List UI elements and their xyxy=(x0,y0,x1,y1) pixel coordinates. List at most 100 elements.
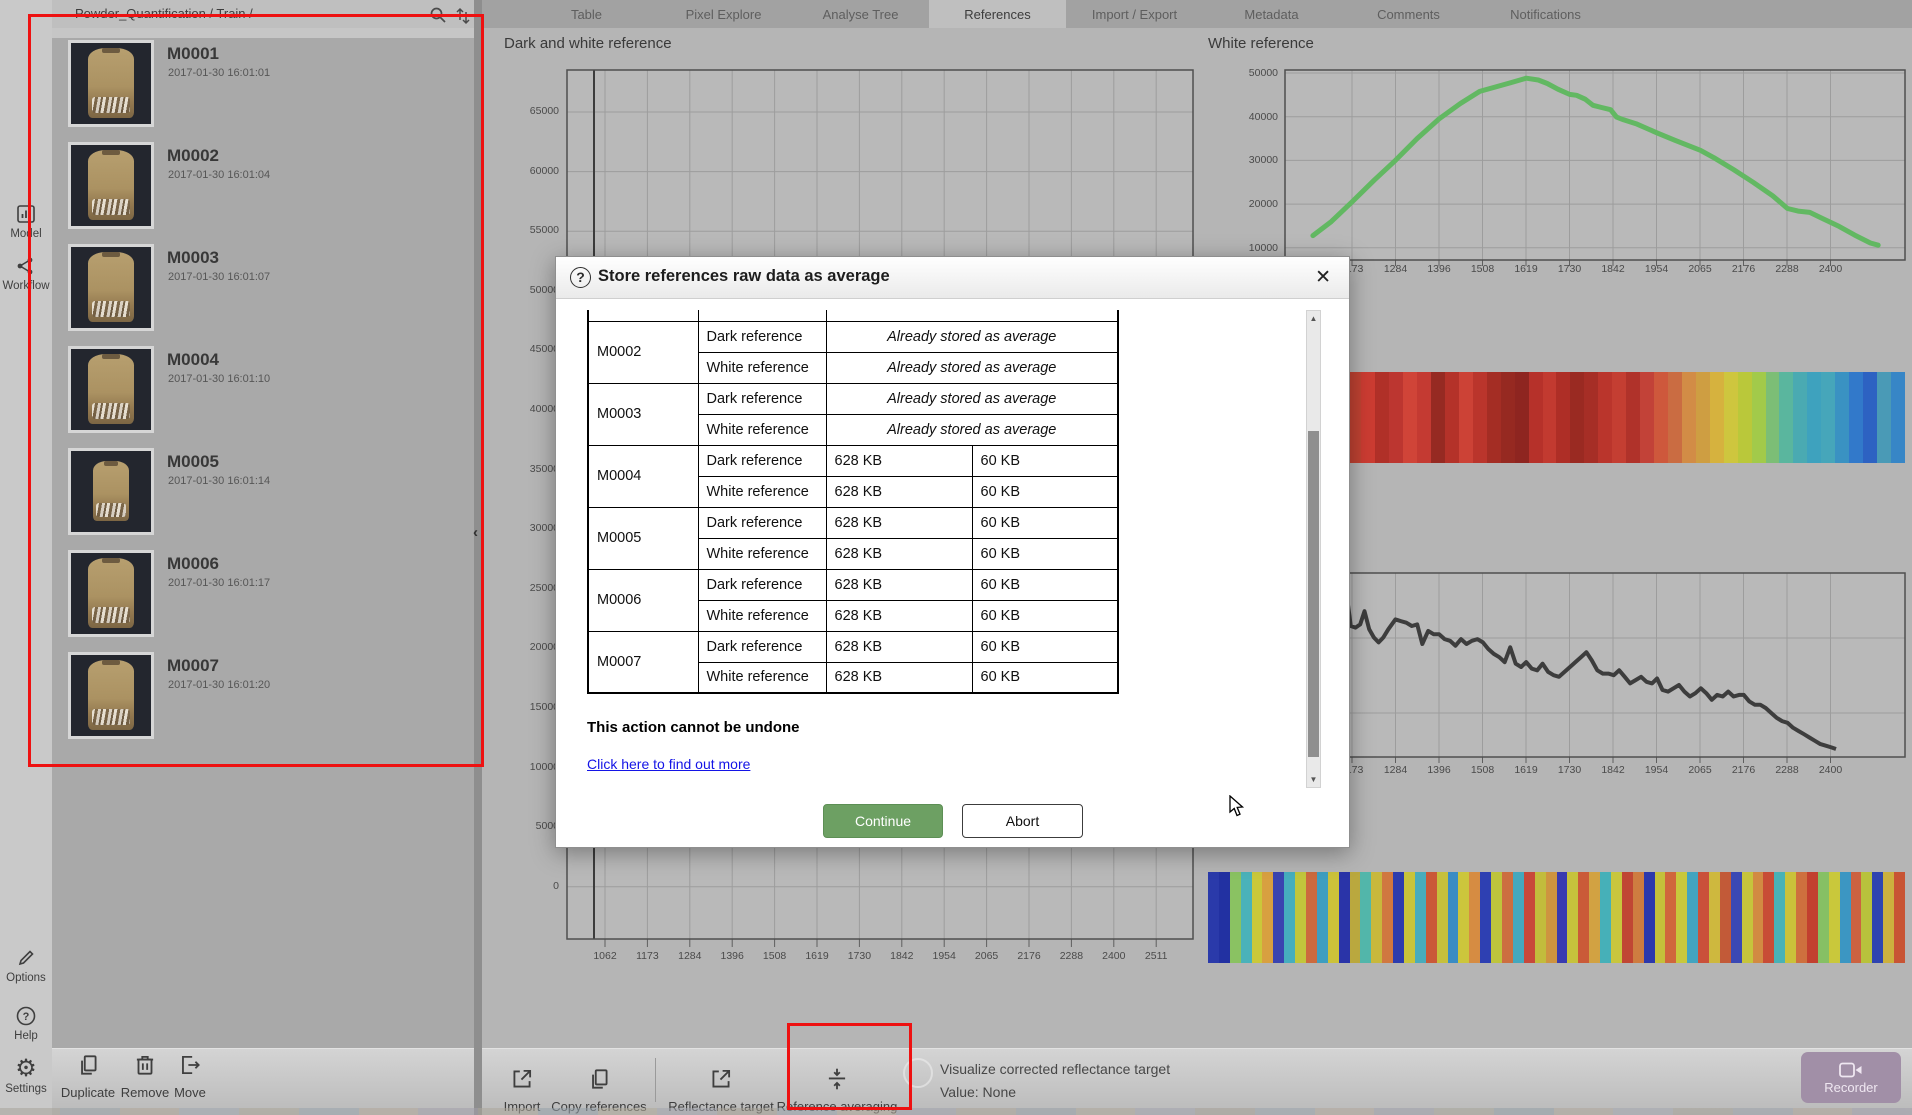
copy-icon xyxy=(586,1066,612,1092)
axis-tick-label: 1619 xyxy=(1504,263,1548,275)
scroll-up-icon[interactable]: ▲ xyxy=(1307,311,1320,326)
sample-thumbnail xyxy=(68,346,154,433)
tab-metadata[interactable]: Metadata xyxy=(1203,0,1340,28)
toolbar-divider xyxy=(655,1058,656,1102)
size-cell: 60 KB xyxy=(972,600,1118,631)
axis-tick-label: 1508 xyxy=(1461,764,1505,776)
tab-pixel-explore[interactable]: Pixel Explore xyxy=(655,0,792,28)
references-table: M0002Dark referenceAlready stored as ave… xyxy=(587,310,1119,694)
axis-tick-label: 1954 xyxy=(922,950,966,962)
size-cell: 628 KB xyxy=(826,569,972,600)
scroll-down-icon[interactable]: ▼ xyxy=(1307,772,1320,787)
tab-references[interactable]: References xyxy=(929,0,1066,28)
sample-name: M0003 xyxy=(167,248,219,268)
list-item-m0001[interactable]: M00012017-01-30 16:01:01 xyxy=(52,40,474,132)
tab-import-export[interactable]: Import / Export xyxy=(1066,0,1203,28)
list-item-m0004[interactable]: M0004 2017-01-30 16:01:10 xyxy=(52,346,474,438)
status-cell: Already stored as average xyxy=(826,352,1118,383)
axis-tick-label: 1508 xyxy=(753,950,797,962)
list-item-m0003[interactable]: M00032017-01-30 16:01:07 xyxy=(52,244,474,336)
move-out-icon xyxy=(177,1052,203,1078)
search-icon[interactable] xyxy=(428,5,448,25)
size-cell: 628 KB xyxy=(826,507,972,538)
axis-tick-label: 1396 xyxy=(710,950,754,962)
remove-button[interactable]: Remove xyxy=(119,1052,171,1100)
reference-averaging-button[interactable]: Reference averaging xyxy=(772,1066,902,1114)
axis-tick-label: 50000 xyxy=(1224,67,1278,79)
app-root: ‹ Back Analyzer Model Workflow Options ?… xyxy=(0,0,1912,1115)
sample-thumbnail xyxy=(68,40,154,127)
axis-tick-label: 2176 xyxy=(1722,263,1766,275)
tab-analyse-tree[interactable]: Analyse Tree xyxy=(792,0,929,28)
list-item-m0002[interactable]: M00022017-01-30 16:01:04 xyxy=(52,142,474,234)
sort-arrows-icon[interactable] xyxy=(452,4,474,26)
abort-button[interactable]: Abort xyxy=(962,804,1083,838)
bottom-toolbar xyxy=(52,1048,1912,1115)
reference-type-cell: White reference xyxy=(698,352,826,383)
panel-separator[interactable] xyxy=(474,0,482,1115)
tab-table[interactable]: Table xyxy=(518,0,655,28)
sample-thumbnail xyxy=(68,652,154,739)
breadcrumb[interactable]: Powder_Quantification / Train / xyxy=(75,6,253,21)
axis-tick-label: 60000 xyxy=(505,165,559,177)
dialog-scrollbar[interactable]: ▲ ▼ xyxy=(1306,310,1321,788)
sample-name: M0005 xyxy=(167,452,219,472)
sample-timestamp: 2017-01-30 16:01:01 xyxy=(168,67,270,79)
sample-timestamp: 2017-01-30 16:01:10 xyxy=(168,373,270,385)
duplicate-icon xyxy=(75,1052,101,1078)
axis-tick-label: 1730 xyxy=(837,950,881,962)
reference-type-cell: Dark reference xyxy=(698,507,826,538)
move-button[interactable]: Move xyxy=(168,1052,212,1100)
reference-type-cell xyxy=(698,310,826,321)
visualize-toggle[interactable] xyxy=(903,1058,933,1088)
close-icon[interactable]: ✕ xyxy=(1315,266,1331,289)
dialog-titlebar[interactable]: ? Store references raw data as average ✕ xyxy=(556,257,1349,299)
corrected-target-chart xyxy=(1285,573,1905,765)
powder-bag-image xyxy=(88,354,134,424)
sample-name: M0002 xyxy=(167,146,219,166)
sample-name: M0006 xyxy=(167,554,219,574)
reference-type-cell: Dark reference xyxy=(698,321,826,352)
list-item-m0007[interactable]: M0007 2017-01-30 16:01:20 xyxy=(52,652,474,744)
axis-tick-label: 1954 xyxy=(1635,263,1679,275)
chart-title-dark-white-reference: Dark and white reference xyxy=(504,35,672,52)
video-camera-icon xyxy=(1839,1061,1863,1079)
question-circle-icon: ? xyxy=(13,1004,39,1028)
sample-name: M0004 xyxy=(167,350,219,370)
tab-comments[interactable]: Comments xyxy=(1340,0,1477,28)
copy-references-button[interactable]: Copy references xyxy=(547,1066,651,1114)
recorder-button[interactable]: Recorder xyxy=(1801,1052,1901,1103)
list-item-m0005[interactable]: M00052017-01-30 16:01:14 xyxy=(52,448,474,540)
find-out-more-link[interactable]: Click here to find out more xyxy=(587,756,750,772)
tab-notifications[interactable]: Notifications xyxy=(1477,0,1614,28)
axis-tick-label: 1284 xyxy=(668,950,712,962)
size-cell: 60 KB xyxy=(972,569,1118,600)
import-button[interactable]: Import xyxy=(496,1066,548,1114)
sidebar-item-help[interactable]: ? Help xyxy=(0,1004,52,1042)
sidebar-item-label: Help xyxy=(0,1030,52,1042)
axis-tick-label: 1062 xyxy=(583,950,627,962)
axis-tick-label: 2288 xyxy=(1765,764,1809,776)
store-references-dialog: ? Store references raw data as average ✕… xyxy=(555,256,1350,848)
axis-tick-label: 2176 xyxy=(1722,764,1766,776)
size-cell: 628 KB xyxy=(826,662,972,693)
sample-name-cell: M0004 xyxy=(588,445,698,507)
recorder-label: Recorder xyxy=(1824,1080,1877,1095)
collapse-panel-icon[interactable]: ‹ xyxy=(473,524,478,541)
sidebar-item-settings[interactable]: ⚙ Settings xyxy=(0,1058,52,1095)
axis-tick-label: 2176 xyxy=(1007,950,1051,962)
reflectance-target-button[interactable]: Reflectance target xyxy=(662,1066,780,1114)
axis-tick-label: 1730 xyxy=(1548,263,1592,275)
sample-name: M0007 xyxy=(167,656,219,676)
scrollbar-thumb[interactable] xyxy=(1308,431,1319,757)
sample-name-cell: M0007 xyxy=(588,631,698,693)
duplicate-button[interactable]: Duplicate xyxy=(58,1052,118,1100)
sidebar-item-workflow[interactable]: Workflow xyxy=(0,254,52,292)
sidebar-item-options[interactable]: Options xyxy=(0,946,52,984)
status-cell: Already stored as average xyxy=(826,321,1118,352)
sample-timestamp: 2017-01-30 16:01:20 xyxy=(168,679,270,691)
list-item-m0006[interactable]: M00062017-01-30 16:01:17 xyxy=(52,550,474,642)
continue-button[interactable]: Continue xyxy=(823,804,943,838)
axis-tick-label: 1508 xyxy=(1461,263,1505,275)
sidebar-item-model[interactable]: Model xyxy=(0,202,52,240)
